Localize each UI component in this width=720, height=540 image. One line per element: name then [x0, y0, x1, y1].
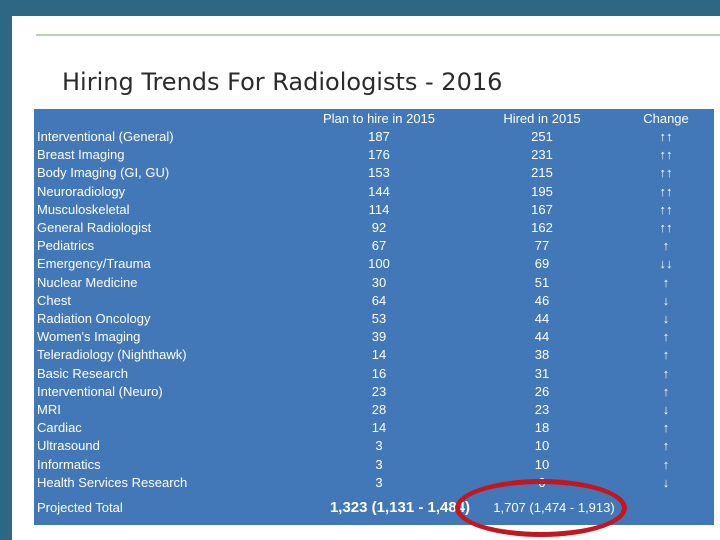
table-row: Informatics 3 10 ↑ [34, 456, 714, 474]
change-arrow-icon: ↓ [662, 292, 670, 308]
specialty-cell: Nuclear Medicine [37, 274, 138, 290]
table-row: Interventional (General) 187 251 ↑↑ [34, 128, 714, 146]
table-row: Women's Imaging 39 44 ↑ [34, 328, 714, 346]
header-change: Change [643, 111, 689, 126]
change-arrow-icon: ↑ [662, 420, 670, 436]
change-arrow-icon: ↑↑ [659, 201, 673, 217]
specialty-cell: Chest [37, 292, 71, 308]
specialty-cell: Health Services Research [37, 474, 188, 490]
highlight-circle [455, 479, 627, 537]
slide-title: Hiring Trends For Radiologists - 2016 [62, 68, 503, 96]
change-arrow-icon: ↑ [662, 383, 670, 399]
hiring-table: Plan to hire in 2015 Hired in 2015 Chang… [34, 109, 714, 525]
change-arrow-icon: ↓ [662, 402, 670, 417]
table-row: Chest 64 46 ↓ [34, 292, 714, 310]
change-arrow-icon: ↑ [662, 238, 670, 254]
table-row: Musculoskeletal 114 167 ↑↑ [34, 201, 714, 219]
change-arrow-icon: ↑↑ [659, 220, 673, 235]
table-row: MRI 28 23 ↓ [34, 401, 714, 419]
change-arrow-icon: ↑ [662, 274, 670, 290]
table-row: Interventional (Neuro) 23 26 ↑ [34, 383, 714, 401]
change-arrow-icon: ↑ [662, 347, 670, 363]
total-label: Projected Total [37, 500, 123, 515]
change-arrow-icon: ↓↓ [659, 256, 673, 272]
specialty-cell: Women's Imaging [37, 329, 141, 345]
specialty-cell: Neuroradiology [37, 183, 126, 199]
change-arrow-icon: ↑↑ [659, 147, 673, 163]
table-row: Nuclear Medicine 30 51 ↑ [34, 274, 714, 292]
table-row: Radiation Oncology 53 44 ↓ [34, 310, 714, 328]
specialty-cell: Basic Research [37, 365, 129, 381]
specialty-cell: Radiation Oncology [37, 311, 151, 326]
change-arrow-icon: ↑ [662, 438, 670, 454]
change-arrow-icon: ↑↑ [659, 129, 673, 144]
specialty-cell: General Radiologist [37, 220, 152, 235]
table-row: Ultrasound 3 10 ↑ [34, 437, 714, 455]
table-row: Teleradiology (Nighthawk) 14 38 ↑ [34, 346, 714, 364]
specialty-cell: Interventional (Neuro) [37, 383, 163, 399]
specialty-cell: Ultrasound [37, 438, 100, 454]
specialty-cell: Musculoskeletal [37, 201, 130, 217]
change-arrow-icon: ↑ [662, 329, 670, 345]
change-arrow-icon: ↓ [662, 311, 670, 326]
specialty-cell: Informatics [37, 456, 101, 472]
specialty-cell: Interventional (General) [37, 129, 174, 144]
table-row: General Radiologist 92 162 ↑↑ [34, 219, 714, 237]
title-divider-line [36, 34, 720, 36]
left-frame-band [0, 0, 12, 540]
specialty-cell: Emergency/Trauma [37, 256, 151, 272]
table-row: Cardiac 14 18 ↑ [34, 419, 714, 437]
table-row: Body Imaging (GI, GU) 153 215 ↑↑ [34, 164, 714, 182]
table-header-row: Plan to hire in 2015 Hired in 2015 Chang… [34, 110, 714, 128]
specialty-cell: Teleradiology (Nighthawk) [37, 347, 187, 363]
change-arrow-icon: ↑↑ [659, 183, 673, 199]
table-row: Breast Imaging 176 231 ↑↑ [34, 146, 714, 164]
specialty-cell: Breast Imaging [37, 147, 125, 163]
table-row: Neuroradiology 144 195 ↑↑ [34, 183, 714, 201]
specialty-cell: MRI [37, 402, 61, 417]
change-arrow-icon: ↑ [662, 365, 670, 381]
specialty-cell: Body Imaging (GI, GU) [37, 165, 170, 181]
table-row: Pediatrics 67 77 ↑ [34, 237, 714, 255]
change-arrow-icon: ↑ [662, 456, 670, 472]
table-row: Emergency/Trauma 100 69 ↓↓ [34, 255, 714, 273]
specialty-cell: Cardiac [37, 420, 82, 436]
table-row: Health Services Research 3 0 ↓ [34, 474, 714, 492]
specialty-cell: Pediatrics [37, 238, 95, 254]
change-arrow-icon: ↑↑ [659, 165, 673, 181]
table-row: Basic Research 16 31 ↑ [34, 365, 714, 383]
